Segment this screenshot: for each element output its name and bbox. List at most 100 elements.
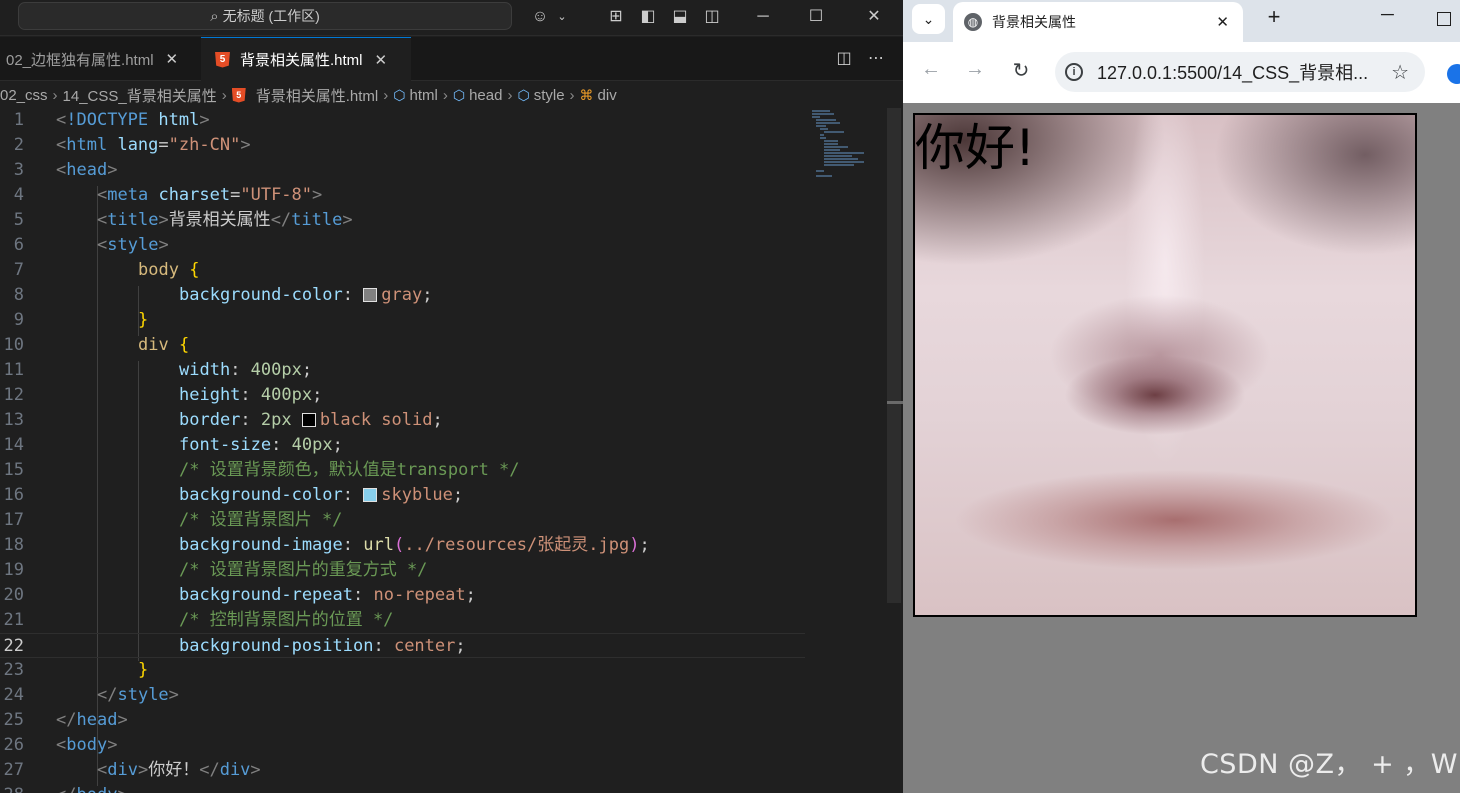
browser-tab-title: 背景相关属性 xyxy=(992,14,1076,30)
selector-icon: ⌘ xyxy=(579,86,594,103)
code-line: 5 <title>背景相关属性</title> xyxy=(13,210,353,230)
scrollbar-cursor-marker xyxy=(887,401,903,404)
code-line: 16 background-color: skyblue; xyxy=(3,485,464,505)
chevron-right-icon: › xyxy=(569,86,575,104)
toggle-sidebar-icon[interactable]: ◧ xyxy=(636,5,660,29)
code-line: 25 </head> xyxy=(3,710,128,730)
customize-layout-icon[interactable]: ⊞ xyxy=(604,5,628,29)
breadcrumb-head[interactable]: ⬡ head xyxy=(453,87,503,104)
minimap[interactable] xyxy=(810,108,890,178)
profile-avatar[interactable] xyxy=(1447,64,1460,84)
chevron-right-icon: › xyxy=(52,86,58,104)
tab-label: 背景相关属性.html xyxy=(240,52,363,69)
close-icon[interactable]: ✕ xyxy=(166,50,179,68)
code-line: 23} xyxy=(3,660,149,680)
breadcrumb-div[interactable]: ⌘ div xyxy=(580,87,617,104)
close-window-icon[interactable]: ✕ xyxy=(862,5,886,29)
chevron-right-icon: › xyxy=(383,86,389,104)
chevron-down-icon[interactable]: ⌄ xyxy=(550,5,574,29)
code-line: 7 body { xyxy=(13,260,200,280)
toggle-secondary-sidebar-icon[interactable]: ◫ xyxy=(700,5,724,29)
chevron-right-icon: › xyxy=(221,86,227,104)
color-swatch-gray[interactable] xyxy=(363,288,378,302)
demo-div-background-image: 你好! xyxy=(913,113,1417,617)
chrome-window: ⌄ ◍ 背景相关属性 ✕ + ─ ← → ↻ i 127.0.0.1:5500/… xyxy=(903,0,1460,793)
breadcrumb-folder-lesson[interactable]: 14_CSS_背景相关属性 xyxy=(63,85,217,106)
code-line: 27 <div>你好！</div> xyxy=(3,760,261,780)
new-tab-button[interactable]: + xyxy=(1259,4,1289,30)
code-line: 19/* 设置背景图片的重复方式 */ xyxy=(3,560,428,580)
breadcrumb-style[interactable]: ⬡ style xyxy=(517,87,564,104)
html5-file-icon: 5 xyxy=(215,51,230,68)
tab-border-props[interactable]: 02_边框独有属性.html ✕ xyxy=(0,37,200,81)
html5-file-icon: 5 xyxy=(231,87,246,103)
code-editor[interactable]: 1 <!DOCTYPE html> 2 <html lang="zh-CN"> 3 <… xyxy=(0,108,903,793)
code-line: 12 height: 400px; xyxy=(3,385,323,405)
code-line: 9} xyxy=(13,310,149,330)
editor-scrollbar[interactable] xyxy=(887,108,901,603)
code-line: 18 background-image: url(../resources/张起灵… xyxy=(3,535,650,555)
code-line: 6 <style> xyxy=(13,235,169,255)
toggle-panel-icon[interactable]: ⬓ xyxy=(668,5,692,29)
color-swatch-black[interactable] xyxy=(301,413,316,427)
editor-tabs: 02_边框独有属性.html ✕ 5 背景相关属性.html ✕ ◫ ⋯ xyxy=(0,37,903,81)
close-icon[interactable]: ✕ xyxy=(375,51,388,69)
code-line: 20 background-repeat: no-repeat; xyxy=(3,585,476,605)
code-line: 28</body> xyxy=(0,783,805,793)
csdn-watermark: CSDN @Z， + ，W xyxy=(1199,749,1458,780)
chevron-right-icon: › xyxy=(507,86,513,104)
code-line: 8 background-color: gray; xyxy=(13,285,433,305)
site-info-icon[interactable]: i xyxy=(1065,63,1083,81)
code-line: 21/* 控制背景图片的位置 */ xyxy=(3,610,394,630)
code-line: 4 <meta charset="UTF-8"> xyxy=(13,185,323,205)
code-line: 2 <html lang="zh-CN"> xyxy=(13,135,251,155)
vscode-window: ⌕ 无标题 (工作区) ☺ ⌄ ⊞ ◧ ⬓ ◫ ─ ☐ ✕ 02_边框独有属性.… xyxy=(0,0,903,793)
code-line: 1 <!DOCTYPE html> xyxy=(13,110,210,130)
chevron-down-icon: ⌄ xyxy=(922,11,935,27)
color-swatch-skyblue[interactable] xyxy=(363,488,378,502)
code-line: 26 <body> xyxy=(3,735,118,755)
minimize-icon[interactable]: ─ xyxy=(751,5,775,29)
symbol-cube-icon: ⬡ xyxy=(393,86,406,103)
copilot-icon[interactable]: ☺ xyxy=(528,5,552,29)
demo-div-text: 你好! xyxy=(915,119,1036,177)
code-line: 3 <head> xyxy=(13,160,118,180)
code-line: 24 </style> xyxy=(3,685,179,705)
title-bar: ⌕ 无标题 (工作区) ☺ ⌄ ⊞ ◧ ⬓ ◫ ─ ☐ ✕ xyxy=(0,0,903,36)
close-tab-icon[interactable]: ✕ xyxy=(1216,13,1229,31)
tab-search-button[interactable]: ⌄ xyxy=(912,4,945,34)
url-text: 127.0.0.1:5500/14_CSS_背景相... xyxy=(1097,63,1369,83)
page-viewport: 你好! CSDN @Z， + ，W xyxy=(903,103,1460,793)
code-line: 10 div { xyxy=(3,335,190,355)
command-center-title: 无标题 (工作区) xyxy=(222,8,320,24)
back-icon[interactable]: ← xyxy=(919,58,943,81)
tab-label: 02_边框独有属性.html xyxy=(6,51,154,69)
chevron-right-icon: › xyxy=(442,86,448,104)
breadcrumb-html[interactable]: ⬡ html xyxy=(393,87,438,104)
breadcrumb-folder-css[interactable]: 02_css xyxy=(0,87,48,104)
code-line: 15/* 设置背景颜色，默认值是transport */ xyxy=(3,460,520,480)
search-icon: ⌕ xyxy=(210,7,219,25)
address-bar[interactable]: i 127.0.0.1:5500/14_CSS_背景相... ☆ xyxy=(1055,52,1425,92)
code-line: 14 font-size: 40px; xyxy=(3,435,343,455)
tab-background-props[interactable]: 5 背景相关属性.html ✕ xyxy=(201,37,411,81)
browser-toolbar: ← → ↻ i 127.0.0.1:5500/14_CSS_背景相... ☆ xyxy=(903,42,1460,103)
maximize-icon[interactable] xyxy=(1437,12,1451,26)
code-line-current: 22 background-position: center; xyxy=(0,633,805,658)
reload-icon[interactable]: ↻ xyxy=(1009,58,1033,83)
code-line: 11 width: 400px; xyxy=(3,360,313,380)
forward-icon[interactable]: → xyxy=(963,58,987,81)
maximize-icon[interactable]: ☐ xyxy=(804,5,828,29)
symbol-cube-icon: ⬡ xyxy=(452,86,466,103)
bookmark-star-icon[interactable]: ☆ xyxy=(1391,60,1409,85)
breadcrumb-file[interactable]: 5 背景相关属性.html xyxy=(231,85,378,106)
symbol-cube-icon: ⬡ xyxy=(517,86,530,103)
minimize-icon[interactable]: ─ xyxy=(1381,4,1394,25)
chrome-tab-strip: ⌄ ◍ 背景相关属性 ✕ + ─ xyxy=(903,0,1460,42)
breadcrumb: 02_css › 14_CSS_背景相关属性 › 5 背景相关属性.html › … xyxy=(0,82,903,108)
more-actions-icon[interactable]: ⋯ xyxy=(864,47,888,71)
browser-tab[interactable]: ◍ 背景相关属性 ✕ xyxy=(953,2,1243,42)
globe-icon: ◍ xyxy=(964,13,982,31)
split-editor-icon[interactable]: ◫ xyxy=(832,47,856,71)
command-center[interactable]: ⌕ 无标题 (工作区) xyxy=(18,2,512,30)
